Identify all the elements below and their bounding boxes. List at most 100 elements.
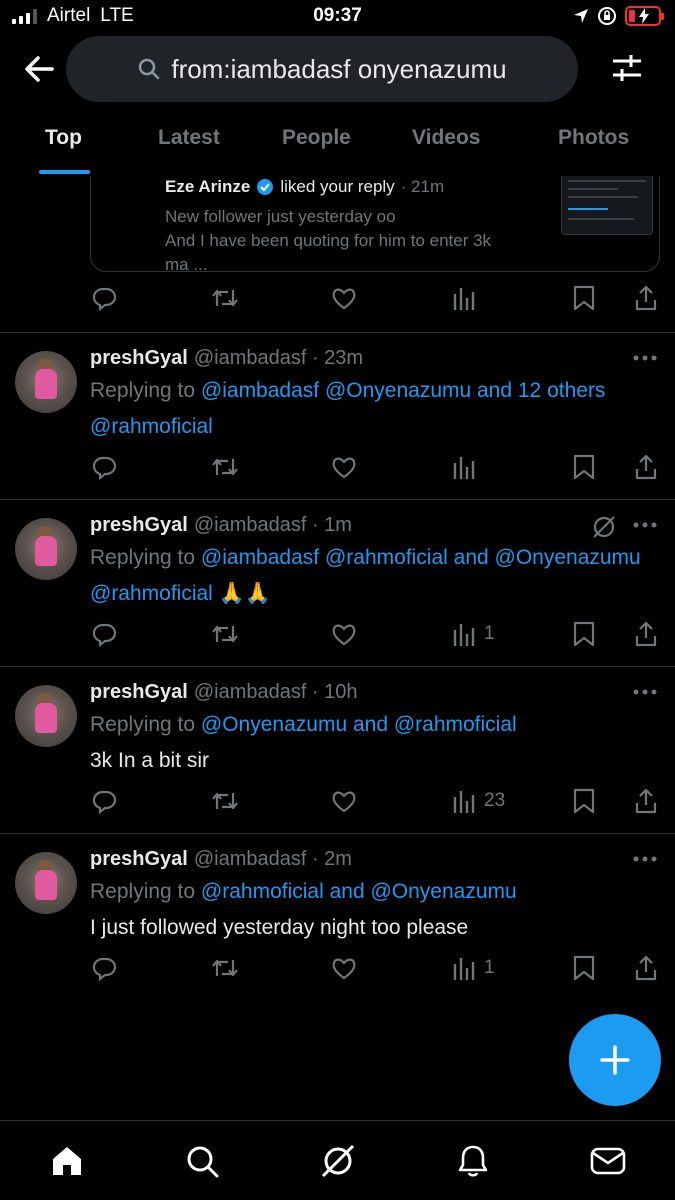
views-count: 23 — [484, 790, 506, 811]
retweet-button[interactable] — [210, 954, 240, 982]
bookmark-button[interactable] — [572, 620, 596, 648]
avatar[interactable] — [15, 685, 77, 747]
share-icon — [635, 285, 657, 311]
battery-icon — [625, 6, 664, 26]
replying-to-links[interactable]: @iambadasf @Onyenazumu and 12 others — [201, 379, 606, 402]
more-options-icon[interactable] — [633, 856, 657, 862]
quoted-post-text: New follower just yesterday oo And I hav… — [165, 205, 545, 272]
like-icon — [332, 791, 356, 813]
post-actions: 1 — [90, 954, 660, 984]
share-button[interactable] — [634, 787, 658, 815]
views-button[interactable]: 1 — [452, 620, 495, 648]
avatar[interactable] — [15, 518, 77, 580]
post-text: @rahmoficial 🙏🙏 — [90, 582, 271, 606]
retweet-button[interactable] — [210, 453, 240, 481]
more-options-icon[interactable] — [633, 522, 657, 528]
tab-top[interactable]: Top — [45, 126, 82, 150]
post[interactable]: preshGyal @iambadasf · 10h Replying to @O… — [0, 667, 675, 833]
like-icon — [332, 457, 356, 479]
reply-button[interactable] — [90, 620, 118, 648]
quoted-author-name: Eze Arinze — [165, 177, 251, 196]
views-button[interactable]: 23 — [452, 787, 505, 815]
author-name[interactable]: preshGyal — [90, 514, 188, 536]
post-author-line: preshGyal @iambadasf · 2m — [90, 848, 352, 871]
nav-home[interactable] — [47, 1141, 87, 1181]
active-tab-indicator — [39, 170, 90, 174]
views-button[interactable] — [452, 284, 476, 312]
reply-icon — [92, 456, 117, 481]
author-name[interactable]: preshGyal — [90, 347, 188, 369]
nav-search[interactable] — [182, 1141, 222, 1181]
tab-people[interactable]: People — [282, 126, 351, 150]
quoted-line-3: ma ... — [165, 255, 208, 272]
post-actions — [90, 284, 660, 314]
search-input[interactable]: from:iambadasf onyenazumu — [66, 36, 578, 102]
reply-button[interactable] — [90, 284, 118, 312]
tab-photos[interactable]: Photos — [558, 126, 629, 150]
grok-icon[interactable] — [591, 514, 617, 540]
like-button[interactable] — [330, 453, 358, 481]
retweet-button[interactable] — [210, 787, 240, 815]
nav-grok[interactable] — [318, 1141, 358, 1181]
tab-videos[interactable]: Videos — [412, 126, 480, 150]
search-results-feed[interactable]: Eze Arinze liked your reply · 21m New fo… — [0, 176, 675, 1116]
avatar[interactable] — [15, 852, 77, 914]
quoted-line-1: New follower just yesterday oo — [165, 207, 396, 226]
replying-to-links[interactable]: @iambadasf @rahmoficial and @Onyenazumu — [201, 546, 641, 569]
bookmark-icon — [573, 621, 595, 647]
like-button[interactable] — [330, 954, 358, 982]
quoted-post-card[interactable]: Eze Arinze liked your reply · 21m New fo… — [90, 176, 660, 272]
bookmark-icon — [573, 788, 595, 814]
search-header: from:iambadasf onyenazumu — [0, 34, 675, 104]
share-button[interactable] — [634, 954, 658, 982]
like-icon — [332, 958, 356, 980]
reply-icon — [92, 957, 117, 982]
bookmark-button[interactable] — [572, 453, 596, 481]
nav-messages[interactable] — [588, 1141, 628, 1181]
share-button[interactable] — [634, 284, 658, 312]
author-name[interactable]: preshGyal — [90, 848, 188, 870]
bookmark-button[interactable] — [572, 787, 596, 815]
compose-post-button[interactable] — [569, 1014, 661, 1106]
views-button[interactable]: 1 — [452, 954, 495, 982]
back-button[interactable] — [22, 52, 56, 86]
post-text: 3k In a bit sir — [90, 749, 209, 773]
author-name[interactable]: preshGyal — [90, 681, 188, 703]
messages-icon — [590, 1147, 626, 1175]
tab-latest[interactable]: Latest — [158, 126, 220, 150]
more-options-icon[interactable] — [633, 355, 657, 361]
avatar[interactable] — [15, 351, 77, 413]
mention-link[interactable]: @rahmoficial — [90, 415, 213, 438]
nav-notifications[interactable] — [453, 1141, 493, 1181]
reply-button[interactable] — [90, 787, 118, 815]
post[interactable]: preshGyal @iambadasf · 2m Replying to @ra… — [0, 834, 675, 1000]
like-button[interactable] — [330, 284, 358, 312]
quoted-screenshot-thumbnail — [561, 176, 653, 235]
retweet-button[interactable] — [210, 284, 240, 312]
plus-icon — [600, 1045, 630, 1075]
reply-button[interactable] — [90, 453, 118, 481]
replying-to: Replying to @iambadasf @Onyenazumu and 1… — [90, 379, 605, 403]
post[interactable]: preshGyal @iambadasf · 1m Replying to @ia… — [0, 500, 675, 666]
mention-link[interactable]: @rahmoficial — [90, 582, 213, 605]
retweet-button[interactable] — [210, 620, 240, 648]
author-handle-time: @iambadasf · 1m — [193, 514, 352, 536]
post-author-line: preshGyal @iambadasf · 10h — [90, 681, 358, 704]
bookmark-button[interactable] — [572, 284, 596, 312]
like-button[interactable] — [330, 620, 358, 648]
post[interactable]: preshGyal @iambadasf · 23m Replying to @i… — [0, 333, 675, 499]
views-icon — [453, 958, 475, 980]
bookmark-button[interactable] — [572, 954, 596, 982]
more-options-icon[interactable] — [633, 689, 657, 695]
replying-prefix: Replying to — [90, 880, 201, 903]
reply-button[interactable] — [90, 954, 118, 982]
replying-to-links[interactable]: @Onyenazumu and @rahmoficial — [201, 713, 517, 736]
like-button[interactable] — [330, 787, 358, 815]
share-button[interactable] — [634, 453, 658, 481]
views-button[interactable] — [452, 453, 484, 481]
replying-to-links[interactable]: @rahmoficial and @Onyenazumu — [201, 880, 517, 903]
bookmark-icon — [573, 454, 595, 480]
search-filters-button[interactable] — [609, 50, 645, 86]
share-button[interactable] — [634, 620, 658, 648]
replying-prefix: Replying to — [90, 546, 201, 569]
